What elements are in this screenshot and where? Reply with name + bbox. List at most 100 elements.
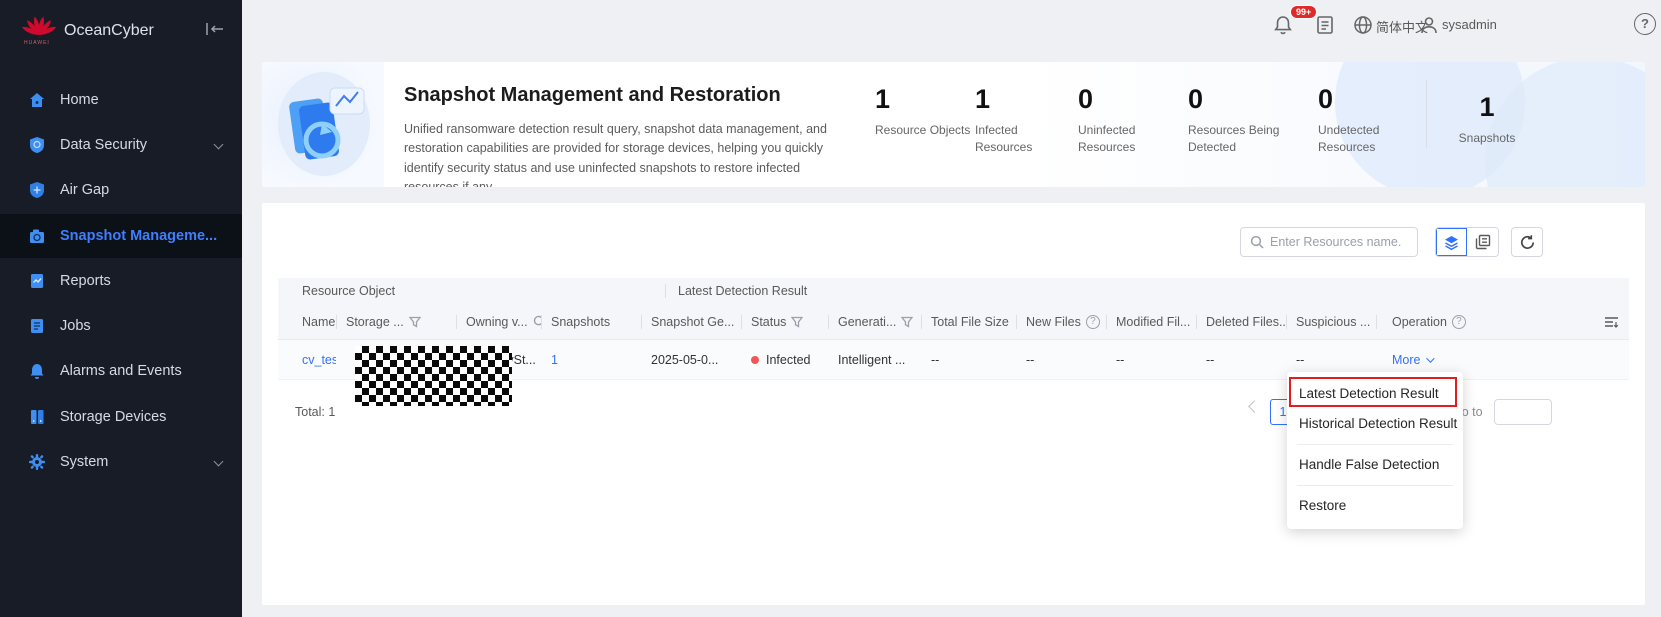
sidebar-item-snapshot-management[interactable]: Snapshot Manageme... [0,214,242,258]
jobs-icon [28,317,46,335]
column-snapshot-generated: Snapshot Ge... [641,304,741,339]
snapshots-count-link[interactable]: 1 [551,353,558,367]
column-storage: Storage ... [336,304,456,339]
column-owning-vstore: Owning v... [456,304,541,339]
sidebar-item-label: Snapshot Manageme... [60,228,217,244]
help-icon[interactable]: ? [1452,315,1466,329]
cell-snapshots: 1 [541,340,641,379]
chevron-down-icon [214,140,224,150]
sidebar-item-system[interactable]: System [0,440,242,484]
menu-item-handle-false-detection[interactable]: Handle False Detection [1287,450,1463,480]
column-new-files: New Files ? [1016,304,1106,339]
notification-badge: 99+ [1290,5,1317,19]
column-deleted-files: Deleted Files... [1196,304,1286,339]
pagination-goto-input[interactable] [1494,399,1552,425]
menu-separator [1297,444,1453,445]
search-box [1240,227,1418,257]
username[interactable]: sysadmin [1442,17,1497,32]
group-latest-detection-result: Latest Detection Result [665,284,807,298]
huawei-logo-icon [22,13,56,39]
stat-snapshots: 1 Snapshots [1442,92,1532,147]
column-operation: Operation ? [1376,304,1629,339]
card-view-button[interactable] [1467,228,1498,256]
stat-label: Resources Being Detected [1188,122,1284,156]
sidebar-item-storage-devices[interactable]: Storage Devices [0,395,242,439]
brand-row: HUAWEI OceanCyber [0,0,242,64]
gear-icon [28,453,46,471]
more-actions-button[interactable]: More [1392,353,1432,367]
stat-infected-resources: 1 Infected Resources [975,84,1071,156]
document-list-icon[interactable] [1314,14,1336,36]
stat-value: 0 [1318,84,1414,115]
sidebar-item-label: Alarms and Events [60,363,182,379]
cell-new-files: -- [1016,340,1106,379]
stat-undetected-resources: 0 Undetected Resources [1318,84,1414,156]
column-search-icon[interactable] [533,315,541,328]
menu-item-latest-detection-result[interactable]: Latest Detection Result [1287,379,1463,409]
sidebar-item-home[interactable]: Home [0,78,242,122]
banner-illustration [262,62,384,187]
sidebar-item-data-security[interactable]: Data Security [0,123,242,167]
column-snapshots: Snapshots [541,304,641,339]
menu-item-historical-detection-result[interactable]: Historical Detection Result [1287,409,1463,439]
resource-table-card: Resource Object Latest Detection Result … [262,203,1645,605]
column-modified-files: Modified Fil... [1106,304,1196,339]
cell-status: Infected [741,340,828,379]
stats-divider [1426,80,1427,148]
snapshot-management-page: HUAWEI OceanCyber Home Data Security [0,0,1661,617]
column-name: Name [278,304,336,339]
column-filter-icon[interactable] [901,316,913,328]
resource-name-link[interactable]: cv_test [302,353,336,367]
sidebar-item-air-gap[interactable]: Air Gap [0,168,242,212]
notifications-bell-icon[interactable] [1272,14,1294,36]
stat-value: 0 [1188,84,1284,115]
cell-name: cv_test [278,340,336,379]
column-status: Status [741,304,828,339]
sidebar-item-label: System [60,454,108,470]
group-resource-object: Resource Object [278,284,665,298]
product-name: OceanCyber [64,22,154,40]
column-total-file-size: Total File Size [921,304,1016,339]
refresh-button[interactable] [1511,227,1543,257]
user-avatar-icon[interactable] [1418,14,1440,36]
stat-label: Infected Resources [975,122,1071,156]
pagination-total: Total: 1 [295,405,335,419]
infected-status-dot [751,356,759,364]
stat-value: 1 [1442,92,1532,123]
search-icon [1250,235,1264,249]
bell-icon [28,362,46,380]
stat-label: Undetected Resources [1318,122,1414,156]
column-settings-icon[interactable] [1604,315,1619,329]
help-icon[interactable]: ? [1634,13,1656,35]
page-description: Unified ransomware detection result quer… [404,120,856,187]
menu-separator [1297,485,1453,486]
redacted-checkerboard-mask [355,346,512,406]
huawei-logo-word: HUAWEI [24,40,50,46]
table-group-header: Resource Object Latest Detection Result [278,278,1629,304]
sidebar-item-label: Air Gap [60,182,109,198]
cell-modified-files: -- [1106,340,1196,379]
more-actions-menu: Latest Detection Result Historical Detec… [1287,372,1463,529]
chevron-down-icon [1427,354,1435,362]
stat-label: Resource Objects [875,122,971,139]
sidebar-item-alarms-events[interactable]: Alarms and Events [0,349,242,393]
sidebar-item-reports[interactable]: Reports [0,259,242,303]
layers-view-button[interactable] [1436,228,1467,256]
column-filter-icon[interactable] [791,316,803,328]
pagination-prev-icon[interactable] [1248,400,1261,413]
menu-item-restore[interactable]: Restore [1287,491,1463,521]
topbar: 99+ 简体中文 sysadmin ? [242,0,1661,50]
sidebar-item-jobs[interactable]: Jobs [0,304,242,348]
stat-label: Snapshots [1442,130,1532,147]
globe-language-icon[interactable] [1352,14,1374,36]
status-label: Infected [766,353,810,367]
search-input[interactable] [1270,235,1431,249]
shield-icon [28,136,46,154]
help-icon[interactable]: ? [1086,315,1100,329]
column-suspicious-files: Suspicious ... [1286,304,1376,339]
sidebar-collapse-icon[interactable] [206,22,224,36]
column-filter-icon[interactable] [409,316,421,328]
sidebar: HUAWEI OceanCyber Home Data Security [0,0,242,617]
cell-generation: Intelligent ... [828,340,921,379]
sidebar-item-label: Reports [60,273,111,289]
